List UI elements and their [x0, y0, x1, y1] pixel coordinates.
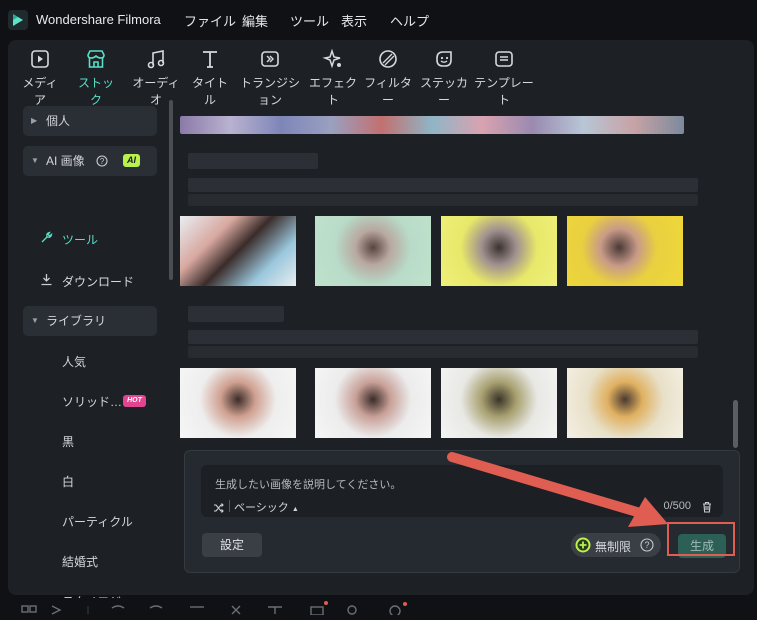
- highlight-box: [667, 522, 735, 556]
- annotation-arrow-icon: [447, 452, 668, 527]
- timeline-toolbar: [0, 598, 757, 617]
- timeline-tools-icon: [21, 601, 407, 617]
